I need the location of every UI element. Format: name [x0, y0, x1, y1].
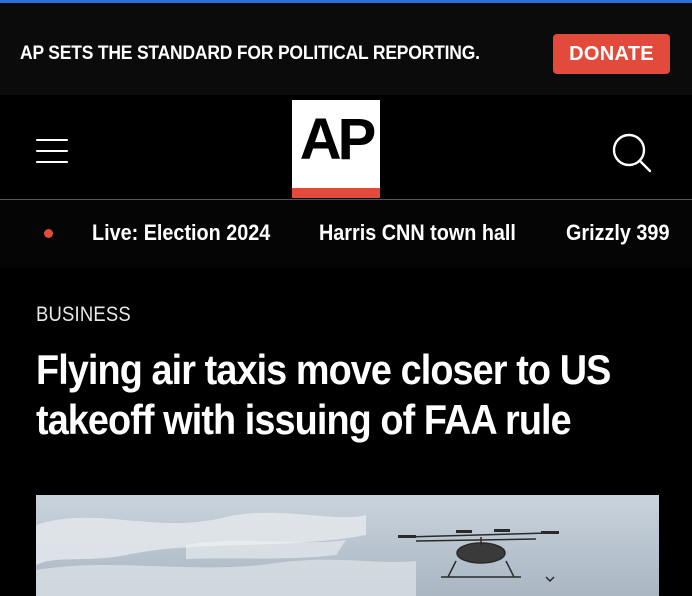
trending-link-grizzly[interactable]: Grizzly 399 — [566, 220, 669, 246]
live-indicator-icon — [44, 229, 53, 238]
logo-text: AP — [299, 107, 377, 172]
site-header: AP — [0, 95, 692, 199]
search-icon[interactable] — [610, 131, 654, 175]
promo-banner: AP SETS THE STANDARD FOR POLITICAL REPOR… — [0, 3, 692, 95]
article-headline: Flying air taxis move closer to US takeo… — [36, 346, 611, 443]
trending-link-town-hall[interactable]: Harris CNN town hall — [319, 220, 516, 246]
ap-logo[interactable]: AP — [292, 100, 380, 198]
trending-bar: Live: Election 2024 Harris CNN town hall… — [0, 200, 692, 268]
promo-text: AP SETS THE STANDARD FOR POLITICAL REPOR… — [20, 43, 480, 64]
logo-red-bar — [292, 188, 380, 198]
hero-image[interactable] — [36, 495, 659, 596]
donate-button[interactable]: DONATE — [553, 34, 670, 74]
section-label[interactable]: BUSINESS — [36, 303, 131, 327]
hamburger-menu-icon[interactable] — [36, 139, 68, 163]
trending-link-election[interactable]: Live: Election 2024 — [92, 220, 270, 246]
